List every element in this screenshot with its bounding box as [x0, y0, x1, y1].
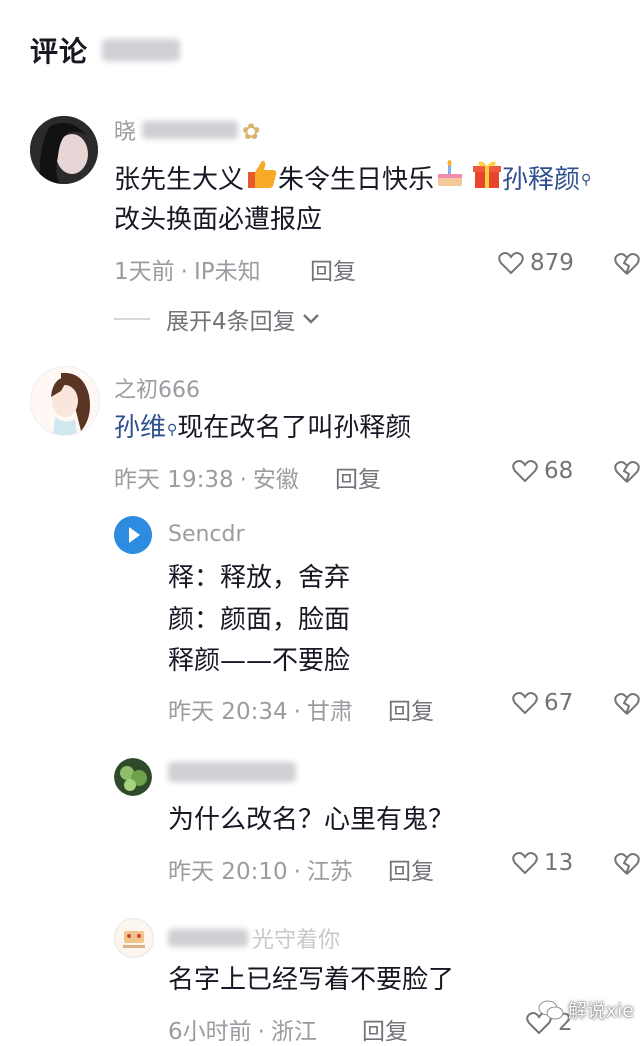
comment-meta: 昨天 19:38 · 安徽 — [114, 467, 299, 493]
comment-count-blurred — [102, 39, 181, 61]
reply-item: 为什么改名？心里有鬼？ 昨天 20:10 · 江苏 回复 13 — [0, 752, 640, 892]
comment-text-line1: 释：释放，舍弃 — [168, 563, 351, 593]
name-blurred — [142, 121, 239, 139]
like-count: 67 — [544, 690, 574, 716]
reply-button[interactable]: 回复 — [388, 692, 434, 726]
commenter-name[interactable]: 晓 ✿ — [114, 114, 260, 146]
dislike-button[interactable] — [614, 692, 640, 720]
heart-icon — [498, 252, 524, 275]
broken-heart-icon — [614, 693, 640, 715]
comment-text-line2: 颜：颜面，脸面 — [168, 605, 351, 635]
comment-text: 张先生大义 朱令生日快乐 孙释颜⚲ — [114, 158, 591, 203]
comment-meta: 6小时前 · 浙江 — [168, 1019, 317, 1045]
butterfly-icon: ✿ — [242, 120, 261, 145]
avatar[interactable] — [114, 918, 154, 958]
avatar[interactable] — [114, 758, 152, 796]
like-button[interactable]: 68 — [512, 458, 573, 484]
broken-heart-icon — [614, 253, 640, 275]
dislike-button[interactable] — [614, 252, 640, 280]
heart-icon — [512, 852, 538, 875]
like-count: 13 — [544, 850, 574, 876]
commenter-name[interactable] — [168, 762, 296, 788]
header-title: 评论 — [30, 35, 89, 68]
heart-icon — [512, 460, 538, 483]
commenter-name[interactable]: 光守着你 — [168, 922, 340, 954]
like-button[interactable]: 67 — [512, 690, 573, 716]
reply-button[interactable]: 回复 — [335, 460, 381, 494]
comment-item: 晓 ✿ 张先生大义 朱令生日快乐 孙释颜⚲ 改头换面必遭报应 1天前 · IP未知 回… — [0, 110, 640, 340]
comment-text-line2: 改头换面必遭报应 — [114, 205, 323, 235]
chevron-down-icon — [302, 314, 319, 324]
dislike-button[interactable] — [614, 852, 640, 880]
name-blurred — [168, 762, 296, 782]
like-button[interactable]: 13 — [512, 850, 573, 876]
search-icon: ⚲ — [167, 422, 178, 438]
heart-icon — [512, 692, 538, 715]
avatar[interactable] — [114, 516, 152, 554]
name-blurred — [168, 929, 248, 947]
like-count: 68 — [544, 458, 574, 484]
reply-button[interactable]: 回复 — [388, 852, 434, 886]
comment-text: 孙维⚲现在改名了叫孙释颜 — [114, 413, 412, 443]
mention-link[interactable]: 孙释颜 — [502, 165, 580, 195]
like-button[interactable]: 879 — [498, 250, 574, 276]
wechat-icon — [538, 1000, 564, 1019]
mention-link[interactable]: 孙维 — [114, 413, 166, 443]
gift-icon — [472, 158, 502, 203]
comment-text-line3: 释颜——不要脸 — [168, 646, 351, 676]
like-count: 879 — [530, 250, 574, 276]
dislike-button[interactable] — [614, 460, 640, 488]
thumbs-up-icon — [244, 158, 278, 203]
expand-replies-button[interactable]: 展开4条回复 — [114, 302, 320, 336]
commenter-name[interactable]: Sencdr — [168, 522, 245, 547]
birthday-cake-icon — [434, 158, 466, 203]
comment-item: 之初666 孙维⚲现在改名了叫孙释颜 昨天 19:38 · 安徽 回复 68 — [0, 362, 640, 502]
reply-button[interactable]: 回复 — [362, 1012, 408, 1046]
commenter-name[interactable]: 之初666 — [114, 372, 200, 404]
avatar[interactable] — [30, 116, 98, 184]
broken-heart-icon — [614, 853, 640, 875]
comments-header: 评论 — [30, 26, 181, 74]
search-icon: ⚲ — [581, 172, 592, 188]
comment-meta: 1天前 · IP未知 — [114, 259, 261, 285]
avatar[interactable] — [30, 366, 100, 436]
comment-meta: 昨天 20:34 · 甘肃 — [168, 699, 353, 725]
reply-button[interactable]: 回复 — [310, 252, 356, 286]
comment-text: 为什么改名？心里有鬼？ — [168, 805, 455, 835]
broken-heart-icon — [614, 461, 640, 483]
comment-meta: 昨天 20:10 · 江苏 — [168, 859, 353, 885]
comment-text: 名字上已经写着不要脸了 — [168, 965, 455, 995]
reply-item: Sencdr 释：释放，舍弃 颜：颜面，脸面 释颜——不要脸 昨天 20:34 ·… — [0, 512, 640, 734]
divider-line — [114, 318, 150, 320]
watermark: 解说xie — [538, 996, 634, 1023]
